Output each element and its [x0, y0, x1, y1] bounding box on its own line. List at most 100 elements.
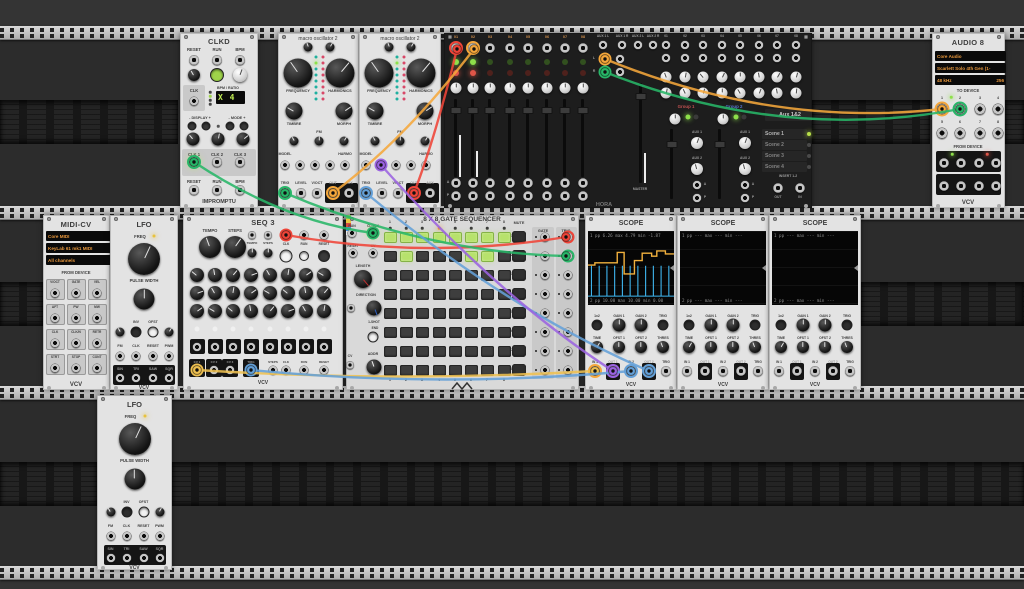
channel-08-out-a[interactable] [578, 178, 588, 188]
time-knob[interactable] [683, 341, 695, 353]
stop-output[interactable] [72, 364, 81, 373]
run-button[interactable] [300, 252, 308, 260]
seq-knob-r1-c4[interactable] [244, 268, 258, 282]
trig-button[interactable] [659, 321, 668, 330]
gate-cell-r3-c6[interactable] [465, 270, 478, 281]
pwm-input[interactable] [165, 352, 174, 361]
knob[interactable] [717, 72, 728, 83]
seq-knob-r1-c6[interactable] [281, 268, 295, 282]
aux-2-l-port[interactable] [634, 41, 643, 50]
return-01-r[interactable] [662, 54, 671, 63]
morph-knob[interactable] [336, 103, 353, 120]
pulse-width-knob[interactable] [134, 289, 155, 310]
fader-handle[interactable] [467, 107, 478, 114]
knob[interactable] [680, 72, 691, 83]
addr-cv-input[interactable] [346, 361, 354, 369]
gain2-knob[interactable] [727, 319, 740, 332]
return-04-r[interactable] [718, 54, 727, 63]
seq-knob-r3-c1[interactable] [190, 304, 204, 318]
out1-port[interactable] [700, 366, 710, 376]
mute-button-6[interactable] [512, 326, 526, 338]
run-input[interactable] [300, 231, 309, 240]
trig-port[interactable] [361, 188, 371, 198]
channel-08-out-p[interactable] [578, 191, 588, 201]
fader[interactable] [581, 99, 584, 177]
gate-cell-r8-c8[interactable] [498, 365, 511, 376]
pwm-input[interactable] [155, 532, 164, 541]
fader[interactable] [488, 99, 491, 177]
trig-3-output[interactable] [564, 271, 573, 280]
group-out-p[interactable] [693, 194, 702, 203]
channel-02-input[interactable] [468, 43, 478, 53]
scene-button-4[interactable]: Scene 4 [762, 162, 807, 172]
return-06-l[interactable] [755, 41, 764, 50]
knob[interactable] [212, 133, 225, 146]
frequency-knob[interactable] [365, 59, 394, 88]
channel-06-out-a[interactable] [542, 178, 552, 188]
seq-knob-r2-c7[interactable] [299, 286, 313, 300]
knob[interactable] [315, 137, 324, 146]
gate-cell-r7-c5[interactable] [449, 346, 462, 357]
fader-handle[interactable] [450, 107, 461, 114]
from-device-5[interactable] [939, 181, 949, 191]
channel-05-out-a[interactable] [523, 178, 533, 188]
knob[interactable] [155, 508, 164, 517]
gate-cell-r5-c4[interactable] [433, 308, 446, 319]
fader-handle[interactable] [577, 107, 588, 114]
seq-knob-r2-c4[interactable] [244, 286, 258, 300]
gate-cell-r2-c8[interactable] [498, 251, 511, 262]
gate-cell-r8-c5[interactable] [449, 365, 462, 376]
knob[interactable] [698, 72, 709, 83]
v-oct-port[interactable] [312, 188, 322, 198]
return-07-l[interactable] [773, 41, 782, 50]
gate-cell-r6-c2[interactable] [400, 327, 413, 338]
channel-01-input[interactable] [451, 43, 461, 53]
seq-knob-r1-c1[interactable] [190, 268, 204, 282]
knob[interactable] [717, 88, 728, 99]
timbre-knob[interactable] [286, 103, 303, 120]
seq-knob-r1-c2[interactable] [208, 268, 222, 282]
from-device-1[interactable] [939, 158, 949, 168]
run-input[interactable] [348, 229, 357, 238]
ofst1-knob[interactable] [797, 341, 809, 353]
group-out-a[interactable] [693, 181, 702, 190]
gate-7-output[interactable] [302, 342, 311, 351]
trigger-marker-icon[interactable] [762, 265, 766, 271]
aux-2-r-port[interactable] [649, 41, 658, 50]
gate-cell-r8-c3[interactable] [416, 365, 429, 376]
reset-input[interactable] [320, 231, 329, 240]
fader[interactable] [545, 99, 548, 177]
fm-input[interactable] [311, 161, 320, 170]
gate-cell-r4-c7[interactable] [481, 289, 494, 300]
one-two-button[interactable] [685, 321, 694, 330]
aux-out-l[interactable] [616, 55, 625, 64]
fader[interactable] [670, 129, 673, 199]
channel-04-out-a[interactable] [505, 178, 515, 188]
knob[interactable] [698, 88, 709, 99]
gate-cell-r2-c4[interactable] [433, 251, 446, 262]
harmo-input[interactable] [341, 161, 350, 170]
steps-knob[interactable] [224, 236, 246, 258]
gate-8-output[interactable] [541, 366, 550, 375]
thres-knob[interactable] [657, 341, 669, 353]
model-input[interactable] [281, 161, 290, 170]
knob[interactable] [248, 249, 257, 258]
fader-handle[interactable] [714, 141, 725, 148]
gate-cell-r4-c8[interactable] [498, 289, 511, 300]
clk-input[interactable] [282, 231, 291, 240]
knob[interactable] [188, 69, 200, 81]
knob[interactable] [340, 137, 349, 146]
gate-cell-r1-c8[interactable] [498, 232, 511, 243]
pan-knob[interactable] [560, 83, 571, 94]
level-port[interactable] [377, 188, 387, 198]
time-knob[interactable] [775, 341, 787, 353]
seq-knob-r3-c8[interactable] [317, 304, 331, 318]
pw-output[interactable] [72, 314, 81, 323]
in1-port[interactable] [590, 366, 600, 376]
channel-06-input[interactable] [542, 43, 552, 53]
seq-knob-r2-c8[interactable] [317, 286, 331, 300]
bpm-output[interactable] [235, 185, 245, 195]
seq-knob-r2-c1[interactable] [190, 286, 204, 300]
knob[interactable] [407, 43, 416, 52]
knob[interactable] [237, 133, 250, 146]
